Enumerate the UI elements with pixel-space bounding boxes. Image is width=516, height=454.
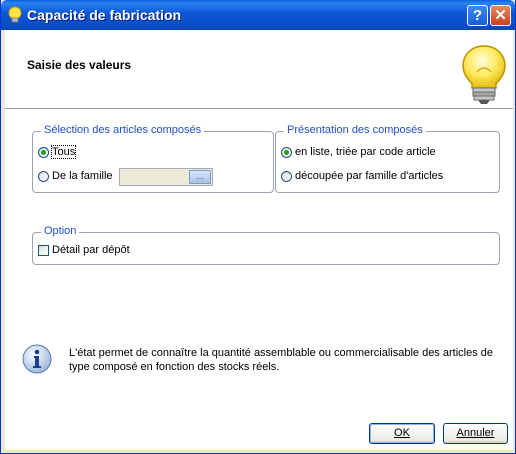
radio-tous-label: Tous: [50, 145, 77, 159]
cancel-button[interactable]: Annuler: [443, 423, 508, 444]
dialog-header: Saisie des valeurs: [5, 30, 513, 109]
family-browse-button[interactable]: ...: [189, 170, 211, 184]
dialog-window: Capacité de fabrication ? ✕ Saisie des v…: [0, 0, 516, 454]
radio-de-la-famille[interactable]: De la famille: [38, 170, 113, 182]
radio-en-liste[interactable]: en liste, triée par code article: [281, 146, 436, 158]
window-title: Capacité de fabrication: [27, 7, 182, 23]
option-group: Option Détail par dépôt: [32, 225, 500, 265]
header-title: Saisie des valeurs: [27, 58, 132, 72]
ok-button[interactable]: OK: [369, 423, 435, 444]
info-icon: [22, 344, 52, 374]
option-group-legend: Option: [41, 225, 80, 237]
dialog-body: Sélection des articles composés Tous De …: [5, 109, 513, 450]
radio-decoupee[interactable]: découpée par famille d'articles: [281, 170, 443, 182]
radio-en-liste-label: en liste, triée par code article: [295, 146, 436, 158]
presentation-group: Présentation des composés en liste, trié…: [275, 124, 500, 193]
radio-de-la-famille-button[interactable]: [38, 170, 49, 182]
lightbulb-large-icon: [462, 45, 506, 104]
radio-tous-button[interactable]: [38, 146, 49, 158]
radio-de-la-famille-label: De la famille: [52, 170, 113, 182]
ok-button-label: OK: [394, 427, 410, 439]
selection-group: Sélection des articles composés Tous De …: [32, 124, 274, 193]
lightbulb-icon: [8, 6, 22, 23]
cancel-button-label: Annuler: [456, 427, 495, 439]
family-field[interactable]: ...: [119, 168, 213, 186]
radio-en-liste-button[interactable]: [281, 146, 292, 158]
close-button[interactable]: ✕: [490, 5, 511, 26]
help-button[interactable]: ?: [467, 5, 488, 26]
selection-group-legend: Sélection des articles composés: [41, 124, 205, 136]
presentation-group-legend: Présentation des composés: [284, 124, 426, 136]
info-message: L'état permet de connaître la quantité a…: [69, 347, 493, 373]
detail-par-depot-label: Détail par dépôt: [52, 244, 130, 256]
detail-par-depot-checkbox[interactable]: Détail par dépôt: [38, 244, 130, 256]
radio-decoupee-label: découpée par famille d'articles: [295, 170, 444, 182]
radio-tous[interactable]: Tous: [38, 145, 77, 159]
radio-decoupee-button[interactable]: [281, 170, 292, 182]
detail-par-depot-box[interactable]: [38, 244, 49, 256]
title-bar[interactable]: Capacité de fabrication ? ✕: [1, 0, 515, 30]
